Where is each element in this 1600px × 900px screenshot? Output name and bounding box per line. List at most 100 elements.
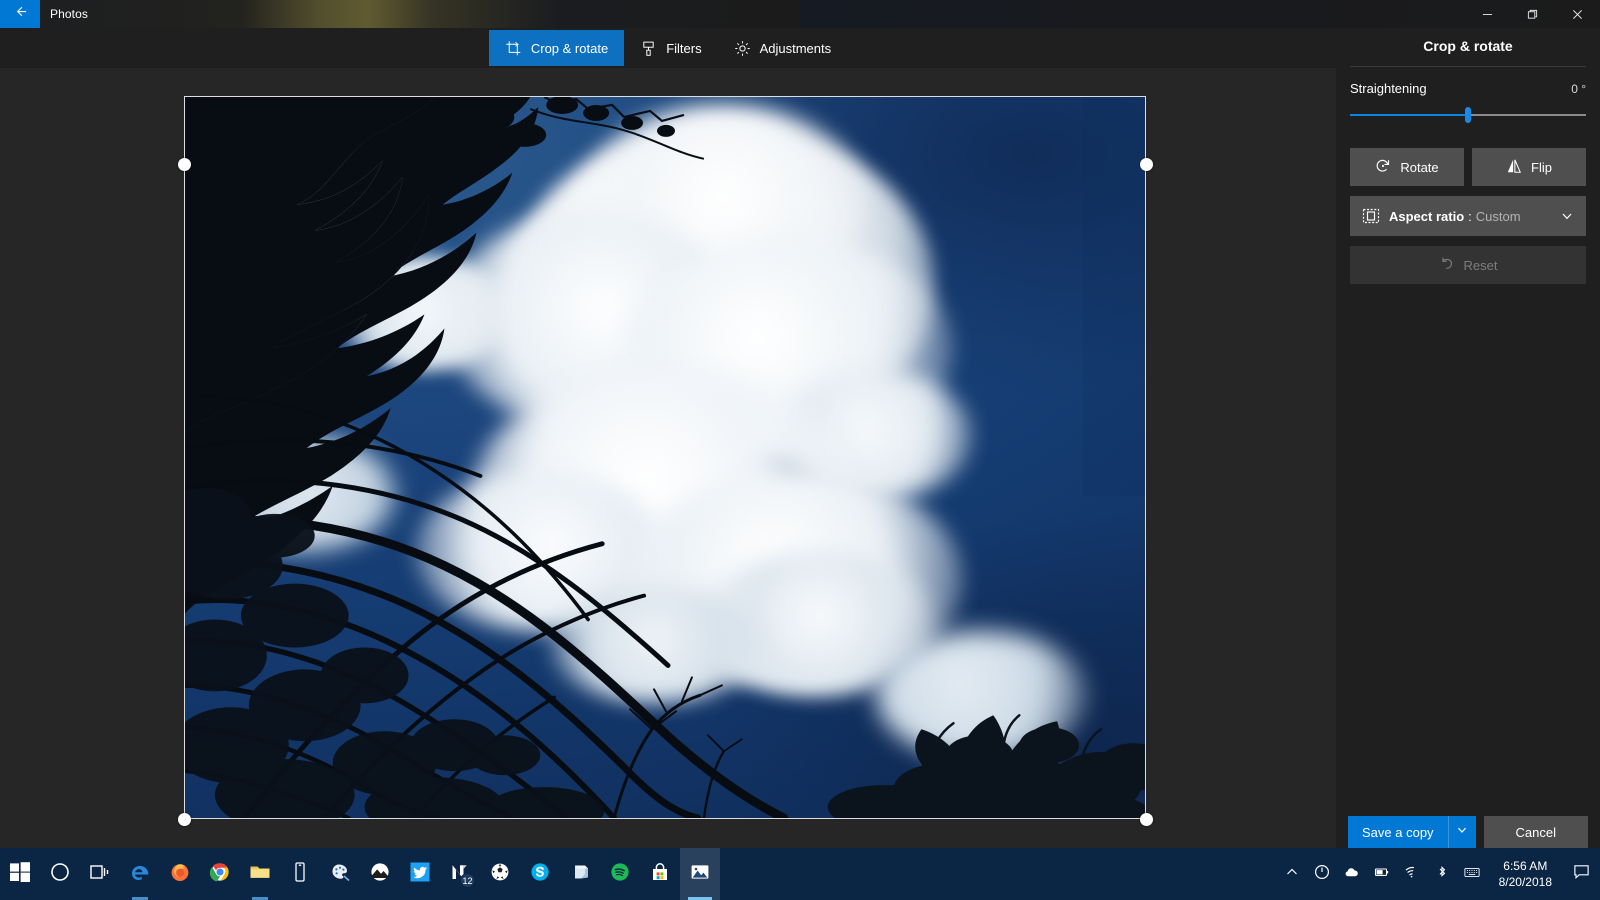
tree-silhouettes: [185, 97, 1145, 818]
cortana-button[interactable]: [40, 848, 80, 900]
taskbar-item-your-phone[interactable]: [280, 848, 320, 900]
taskbar-item-sticky-notes[interactable]: [560, 848, 600, 900]
firefox-icon: [168, 860, 192, 889]
rotate-button[interactable]: Rotate: [1350, 148, 1464, 186]
taskbar-item-skype[interactable]: [520, 848, 560, 900]
panel-divider: [1350, 66, 1586, 67]
minimize-button[interactable]: [1465, 0, 1510, 28]
panel-title: Crop & rotate: [1348, 28, 1588, 64]
crop-handle-top-right[interactable]: [1140, 158, 1153, 171]
window-controls: [1465, 0, 1600, 28]
cancel-button[interactable]: Cancel: [1484, 816, 1588, 848]
back-arrow-icon: [13, 4, 28, 24]
save-options-caret[interactable]: [1448, 816, 1476, 848]
task-view-icon: [88, 860, 112, 889]
rotate-icon: [1375, 158, 1391, 177]
crop-frame[interactable]: [184, 96, 1146, 819]
action-center-button[interactable]: [1564, 848, 1598, 900]
back-button[interactable]: [0, 0, 40, 28]
filters-icon: [640, 40, 657, 57]
aspect-ratio-value: Custom: [1476, 209, 1521, 224]
photos-icon: [688, 860, 712, 889]
wifi-icon: [1404, 864, 1420, 885]
battery-icon[interactable]: [1367, 848, 1397, 900]
flip-icon: [1506, 158, 1522, 177]
tab-adjustments[interactable]: Adjustments: [718, 30, 848, 66]
twitter-icon: [408, 860, 432, 889]
tab-filters[interactable]: Filters: [624, 30, 717, 66]
taskbar-item-chrome[interactable]: [200, 848, 240, 900]
app-title: Photos: [40, 0, 88, 28]
save-a-copy-button[interactable]: Save a copy: [1348, 816, 1448, 848]
crop-handle-bottom-right[interactable]: [1140, 813, 1153, 826]
bluetooth-icon[interactable]: [1427, 848, 1457, 900]
start-button[interactable]: [0, 848, 40, 900]
image-canvas[interactable]: [0, 68, 1336, 848]
title-bar-drag-region: [88, 0, 1465, 28]
taskbar-item-photo-app[interactable]: [360, 848, 400, 900]
photos-editor-window: Photos: [0, 0, 1600, 900]
taskbar-item-paint[interactable]: [320, 848, 360, 900]
chevron-down-icon: [1560, 209, 1574, 223]
rotate-label: Rotate: [1400, 160, 1438, 175]
aspect-ratio-label: Aspect ratio: [1389, 209, 1464, 224]
crop-rotate-panel: Crop & rotate Straightening 0 ° Rotate: [1336, 28, 1600, 900]
close-button[interactable]: [1555, 0, 1600, 28]
battery-icon-glyph: [1374, 864, 1390, 885]
power-plan-icon[interactable]: [1307, 848, 1337, 900]
flip-button[interactable]: Flip: [1472, 148, 1586, 186]
taskbar-item-microsoft-store[interactable]: [640, 848, 680, 900]
paint-palette-icon: [328, 860, 352, 889]
chevron-up-icon: [1284, 864, 1300, 885]
network-icon[interactable]: [1397, 848, 1427, 900]
soccer-ball-icon: [488, 860, 512, 889]
aspect-ratio-icon: [1362, 207, 1380, 225]
crop-handle-bottom-left[interactable]: [178, 813, 191, 826]
straightening-value: 0 °: [1571, 82, 1586, 96]
reset-icon: [1439, 256, 1455, 275]
edit-mode-tabs: Crop & rotate Filters: [489, 30, 847, 66]
tab-crop-and-rotate[interactable]: Crop & rotate: [489, 30, 624, 66]
task-view-button[interactable]: [80, 848, 120, 900]
spotify-icon: [608, 860, 632, 889]
tab-adjustments-label: Adjustments: [760, 41, 832, 56]
folder-icon: [248, 860, 272, 889]
straightening-row: Straightening 0 °: [1348, 81, 1588, 96]
crop-handle-top-left[interactable]: [178, 158, 191, 171]
chevron-down-icon: [1456, 823, 1468, 841]
taskbar: 12: [0, 848, 1600, 900]
photo-image: [185, 97, 1145, 818]
aspect-ratio-dropdown[interactable]: Aspect ratio : Custom: [1350, 196, 1586, 236]
notification-icon: [1573, 863, 1590, 885]
taskbar-item-firefox[interactable]: [160, 848, 200, 900]
system-tray: 6:56 AM 8/20/2018: [1277, 848, 1600, 900]
bluetooth-glyph-icon: [1434, 864, 1450, 885]
title-bar: Photos: [0, 0, 1600, 28]
taskbar-item-file-explorer[interactable]: [240, 848, 280, 900]
straightening-slider[interactable]: [1350, 104, 1586, 126]
taskbar-item-newsletter[interactable]: 12: [440, 848, 480, 900]
show-hidden-icons-button[interactable]: [1277, 848, 1307, 900]
edge-icon: [128, 860, 152, 889]
aspect-ratio-separator: :: [1468, 209, 1472, 224]
cortana-circle-icon: [48, 860, 72, 889]
taskbar-item-photos[interactable]: [680, 848, 720, 900]
onedrive-icon[interactable]: [1337, 848, 1367, 900]
photo-circle-icon: [368, 860, 392, 889]
tab-crop-and-rotate-label: Crop & rotate: [531, 41, 608, 56]
taskbar-app-list: 12: [0, 848, 720, 900]
slider-thumb[interactable]: [1465, 107, 1471, 123]
reset-label: Reset: [1464, 258, 1498, 273]
power-icon: [1314, 864, 1330, 885]
taskbar-clock[interactable]: 6:56 AM 8/20/2018: [1487, 848, 1564, 900]
maximize-restore-button[interactable]: [1510, 0, 1555, 28]
phone-icon: [288, 860, 312, 889]
rotate-flip-row: Rotate Flip: [1350, 148, 1586, 186]
reset-button[interactable]: Reset: [1350, 246, 1586, 284]
touch-keyboard-button[interactable]: [1457, 848, 1487, 900]
taskbar-item-twitter[interactable]: [400, 848, 440, 900]
taskbar-item-spotify[interactable]: [600, 848, 640, 900]
crop-rotate-icon: [505, 40, 522, 57]
taskbar-item-edge[interactable]: [120, 848, 160, 900]
taskbar-item-soccer-app[interactable]: [480, 848, 520, 900]
